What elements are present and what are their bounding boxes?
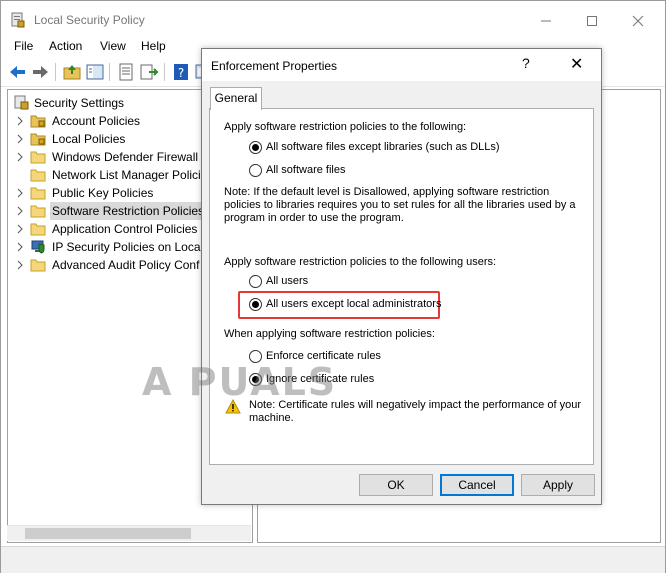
menu-help[interactable]: Help [141,39,166,53]
svg-text:?: ? [178,66,184,80]
chevron-right-icon[interactable] [16,134,24,144]
radio-label: All software files [266,164,346,176]
forward-arrow-icon[interactable] [30,62,50,82]
section1-heading: Apply software restriction policies to t… [224,121,467,133]
back-arrow-icon[interactable] [8,62,28,82]
close-button[interactable] [615,7,661,33]
folder-icon [30,151,46,164]
toolbar-separator [164,63,165,81]
scrollbar-thumb[interactable] [25,528,191,539]
tree-label: Windows Defender Firewall w [52,150,211,164]
properties-icon[interactable] [116,62,136,82]
tree-label: Account Policies [52,114,141,128]
radio-all-users[interactable] [249,275,262,288]
shield-computer-icon [31,240,45,254]
radio-all-except-libraries[interactable] [249,141,262,154]
chevron-right-icon[interactable] [16,206,24,216]
up-folder-icon[interactable] [62,62,82,82]
close-icon[interactable]: ✕ [570,54,583,74]
show-hide-tree-icon[interactable] [85,62,105,82]
tree-label: Network List Manager Polici [52,168,201,182]
chevron-right-icon[interactable] [16,224,24,234]
appuals-watermark: A PUALS [142,360,338,404]
tree-label: IP Security Policies on Local [52,240,204,254]
status-bar [1,546,665,573]
cancel-button[interactable]: Cancel [440,474,514,496]
locked-folder-icon [30,133,46,146]
general-tab-panel: Apply software restriction policies to t… [209,108,594,465]
chevron-right-icon[interactable] [16,242,24,252]
folder-icon [30,169,46,182]
tree-horizontal-scrollbar[interactable] [7,525,251,541]
app-icon [11,12,25,28]
help-icon[interactable]: ? [171,62,191,82]
folder-icon [30,259,46,272]
radio-label: All users [266,275,309,287]
dialog-title: Enforcement Properties [211,59,338,73]
enforcement-properties-dialog: Enforcement Properties ? ✕ General Apply… [201,48,602,505]
close-icon [632,15,644,27]
chevron-right-icon[interactable] [16,152,24,162]
maximize-button[interactable] [569,7,615,33]
locked-folder-icon [30,115,46,128]
tree-label: Public Key Policies [52,186,154,200]
menu-file[interactable]: File [14,39,33,53]
menu-view[interactable]: View [100,39,126,53]
tab-general[interactable]: General [210,87,262,110]
radio-all-software-files[interactable] [249,164,262,177]
apply-button[interactable]: Apply [521,474,595,496]
menu-action[interactable]: Action [49,39,82,53]
radio-all-users-except-admins[interactable] [249,298,262,311]
note-libraries: Note: If the default level is Disallowed… [224,186,576,224]
tree-label: Advanced Audit Policy Conf [52,258,200,272]
minimize-button[interactable] [523,7,569,33]
folder-icon [30,205,46,218]
dialog-title-bar: Enforcement Properties ? ✕ [202,49,601,81]
chevron-right-icon[interactable] [16,188,24,198]
folder-icon [30,187,46,200]
radio-label: All users except local administrators [266,298,442,310]
toolbar-separator [55,63,56,81]
section3-heading: When applying software restriction polic… [224,328,435,340]
window-title: Local Security Policy [34,13,145,27]
security-settings-icon [14,95,29,110]
tree-label: Application Control Policies [52,222,198,236]
title-bar: Local Security Policy [1,1,665,37]
section2-heading: Apply software restriction policies to t… [224,256,497,268]
maximize-icon [587,16,597,27]
export-list-icon[interactable] [139,62,159,82]
chevron-right-icon[interactable] [16,260,24,270]
toolbar-separator [109,63,110,81]
tree-label: Local Policies [52,132,126,146]
chevron-right-icon[interactable] [16,116,24,126]
radio-label: All software files except libraries (suc… [266,141,500,153]
ok-button[interactable]: OK [359,474,433,496]
help-icon[interactable]: ? [522,55,530,71]
tree-label: Software Restriction Policies [50,202,207,220]
tree-label: Security Settings [34,96,125,110]
minimize-icon [541,20,551,22]
folder-icon [30,223,46,236]
